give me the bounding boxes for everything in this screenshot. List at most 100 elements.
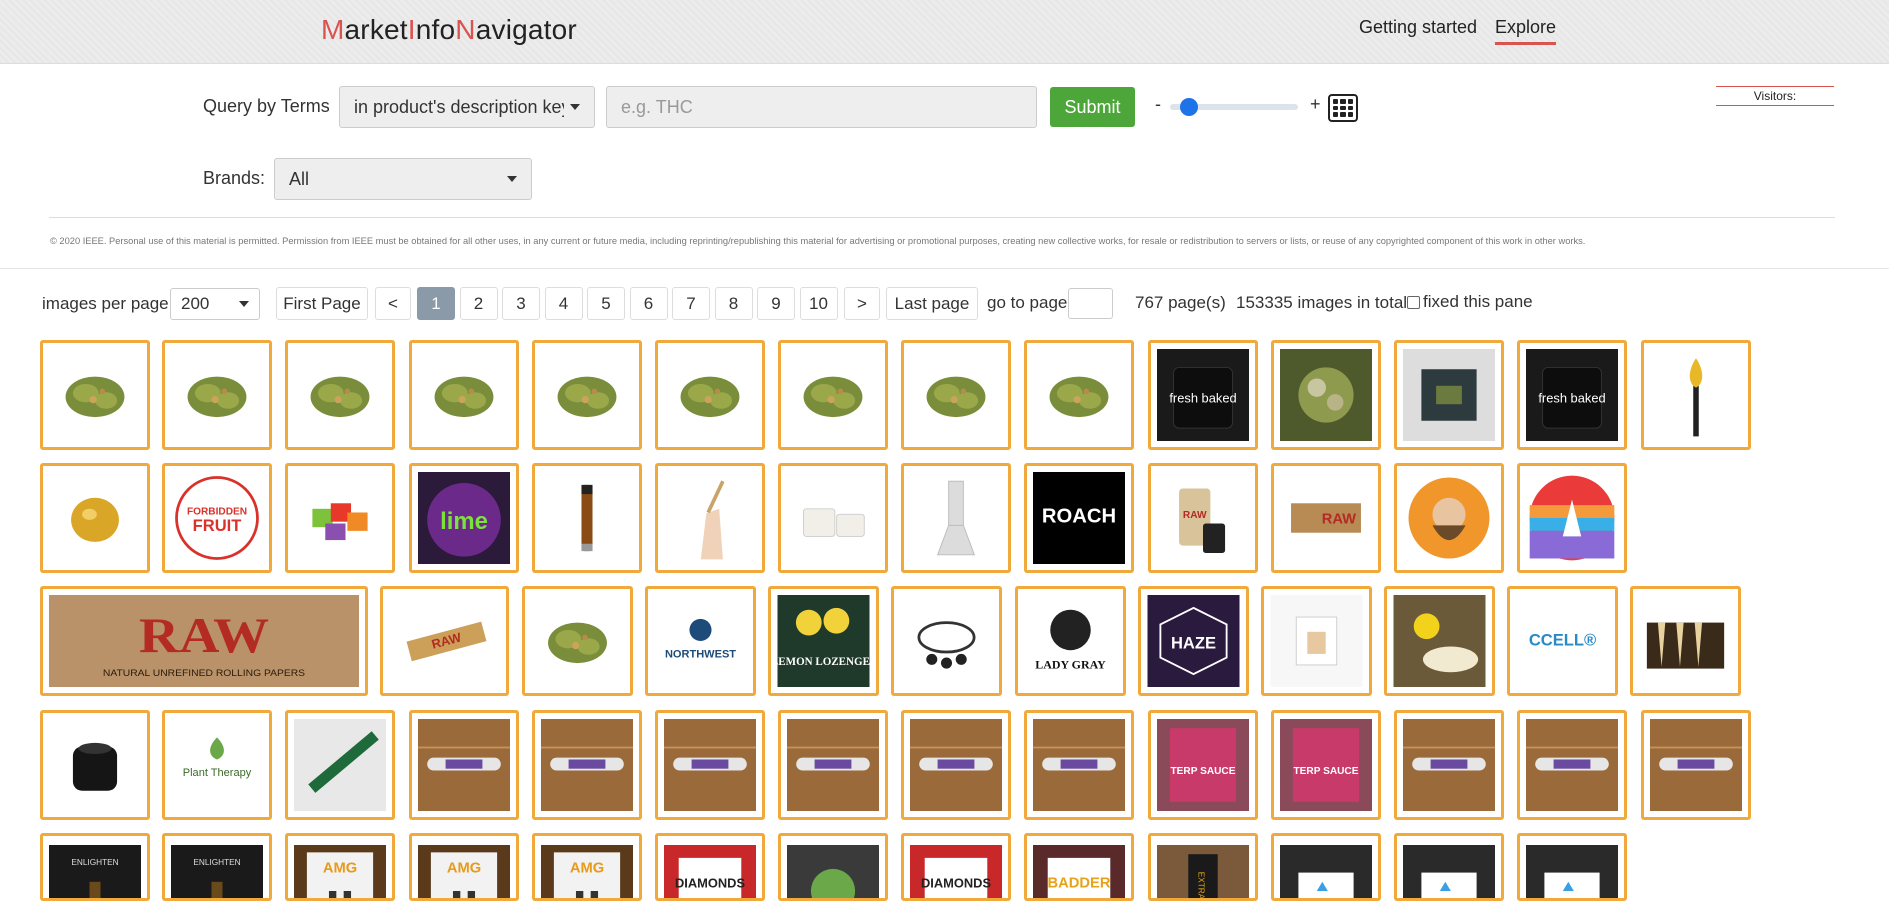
page-button-6[interactable]: 6 — [629, 287, 668, 320]
product-thumbnail[interactable]: TERP SAUCE — [1271, 710, 1381, 820]
query-search-input[interactable] — [606, 86, 1037, 128]
zoom-slider-handle[interactable] — [1180, 98, 1199, 116]
product-thumbnail[interactable]: AMG — [409, 833, 519, 901]
product-thumbnail[interactable] — [409, 710, 519, 820]
product-thumbnail[interactable] — [532, 340, 642, 450]
product-thumbnail[interactable] — [1641, 710, 1751, 820]
product-thumbnail[interactable] — [1024, 340, 1134, 450]
product-thumbnail[interactable] — [891, 586, 1002, 696]
product-thumbnail[interactable] — [778, 340, 888, 450]
product-thumbnail[interactable] — [40, 710, 150, 820]
grid-view-icon[interactable] — [1328, 94, 1358, 122]
first-page-button[interactable]: First Page — [276, 287, 368, 320]
page-button-9[interactable]: 9 — [757, 287, 795, 320]
product-thumbnail[interactable]: RAW NATURAL UNREFINED ROLLING PAPERS — [40, 586, 368, 696]
page-button-10[interactable]: 10 — [799, 287, 838, 320]
product-thumbnail[interactable]: fresh baked — [1517, 340, 1627, 450]
page-button-4[interactable]: 4 — [544, 287, 583, 320]
svg-text:ENLIGHTEN: ENLIGHTEN — [193, 858, 240, 867]
product-thumbnail[interactable] — [285, 340, 395, 450]
product-thumbnail[interactable] — [409, 340, 519, 450]
product-thumbnail[interactable]: AMG — [285, 833, 395, 901]
product-thumbnail[interactable]: RAW — [1148, 463, 1258, 573]
fixed-pane-toggle[interactable]: fixed this pane — [1407, 292, 1533, 312]
product-thumbnail[interactable]: RAW — [380, 586, 509, 696]
product-thumbnail[interactable] — [1517, 463, 1627, 573]
product-thumbnail[interactable] — [778, 463, 888, 573]
product-thumbnail[interactable]: BADDER — [1024, 833, 1134, 901]
product-thumbnail[interactable]: AMG — [532, 833, 642, 901]
product-thumbnail[interactable]: lime — [409, 463, 519, 573]
product-thumbnail[interactable] — [1271, 340, 1381, 450]
product-thumbnail[interactable] — [655, 463, 765, 573]
product-thumbnail[interactable] — [1517, 833, 1627, 901]
product-thumbnail[interactable]: RAW — [1271, 463, 1381, 573]
product-thumbnail[interactable]: CCELL® — [1507, 586, 1618, 696]
product-thumbnail[interactable] — [40, 340, 150, 450]
product-thumbnail[interactable]: DIAMONDS — [901, 833, 1011, 901]
product-thumbnail[interactable]: DIAMONDS — [655, 833, 765, 901]
product-thumbnail[interactable] — [532, 463, 642, 573]
product-thumbnail[interactable] — [40, 463, 150, 573]
product-image: HAZE — [1147, 595, 1240, 687]
product-thumbnail[interactable] — [655, 710, 765, 820]
last-page-button[interactable]: Last page — [886, 287, 978, 320]
product-thumbnail[interactable] — [901, 463, 1011, 573]
product-thumbnail[interactable]: fresh baked — [1148, 340, 1258, 450]
go-to-page-input[interactable] — [1068, 288, 1113, 319]
prev-page-button[interactable]: < — [375, 287, 411, 320]
product-thumbnail[interactable] — [1394, 833, 1504, 901]
product-thumbnail[interactable]: ENLIGHTEN — [40, 833, 150, 901]
product-thumbnail[interactable] — [1024, 710, 1134, 820]
svg-text:ROACH: ROACH — [1042, 506, 1116, 528]
product-thumbnail[interactable] — [1271, 833, 1381, 901]
product-thumbnail[interactable] — [1394, 710, 1504, 820]
app-logo[interactable]: MarketInfoNavigator — [321, 14, 577, 46]
product-thumbnail[interactable] — [655, 340, 765, 450]
product-thumbnail[interactable] — [532, 710, 642, 820]
brands-dropdown[interactable]: All — [274, 158, 532, 200]
product-thumbnail[interactable]: FORBIDDEN FRUIT — [162, 463, 272, 573]
page-button-5[interactable]: 5 — [587, 287, 625, 320]
fixed-pane-checkbox[interactable] — [1407, 295, 1420, 309]
product-thumbnail[interactable] — [1641, 340, 1751, 450]
product-thumbnail[interactable] — [901, 340, 1011, 450]
product-thumbnail[interactable]: HAZE — [1138, 586, 1249, 696]
page-button-7[interactable]: 7 — [672, 287, 710, 320]
nav-getting-started[interactable]: Getting started — [1359, 17, 1477, 38]
product-thumbnail[interactable]: Plant Therapy — [162, 710, 272, 820]
top-header: MarketInfoNavigator Getting started Expl… — [0, 0, 1889, 64]
page-button-8[interactable]: 8 — [714, 287, 753, 320]
product-thumbnail[interactable]: LEMON LOZENGES — [768, 586, 879, 696]
next-page-button[interactable]: > — [844, 287, 880, 320]
product-thumbnail[interactable] — [901, 710, 1011, 820]
product-thumbnail[interactable] — [1630, 586, 1741, 696]
nav-explore[interactable]: Explore — [1495, 17, 1557, 45]
page-button-2[interactable]: 2 — [459, 287, 498, 320]
product-image — [1270, 595, 1363, 687]
page-button-1[interactable]: 1 — [417, 287, 455, 320]
product-thumbnail[interactable]: EXTRACT — [1148, 833, 1258, 901]
product-thumbnail[interactable]: LADY GRAY — [1015, 586, 1126, 696]
product-thumbnail[interactable] — [1394, 340, 1504, 450]
product-image — [1393, 595, 1486, 687]
images-per-page-select[interactable]: 200 — [170, 288, 260, 320]
product-thumbnail[interactable] — [1384, 586, 1495, 696]
product-thumbnail[interactable] — [285, 710, 395, 820]
product-thumbnail[interactable] — [778, 833, 888, 901]
product-thumbnail[interactable] — [1261, 586, 1372, 696]
submit-button[interactable]: Submit — [1050, 87, 1135, 127]
product-thumbnail[interactable]: NORTHWEST — [645, 586, 756, 696]
product-thumbnail[interactable] — [285, 463, 395, 573]
product-thumbnail[interactable] — [778, 710, 888, 820]
query-mode-dropdown[interactable]: in product's description key — [339, 86, 595, 128]
product-thumbnail[interactable] — [1517, 710, 1627, 820]
product-image: EXTRACT — [1157, 842, 1249, 898]
product-thumbnail[interactable]: ENLIGHTEN — [162, 833, 272, 901]
product-thumbnail[interactable] — [522, 586, 633, 696]
product-thumbnail[interactable] — [162, 340, 272, 450]
product-thumbnail[interactable] — [1394, 463, 1504, 573]
product-thumbnail[interactable]: TERP SAUCE — [1148, 710, 1258, 820]
product-thumbnail[interactable]: ROACH — [1024, 463, 1134, 573]
page-button-3[interactable]: 3 — [502, 287, 540, 320]
